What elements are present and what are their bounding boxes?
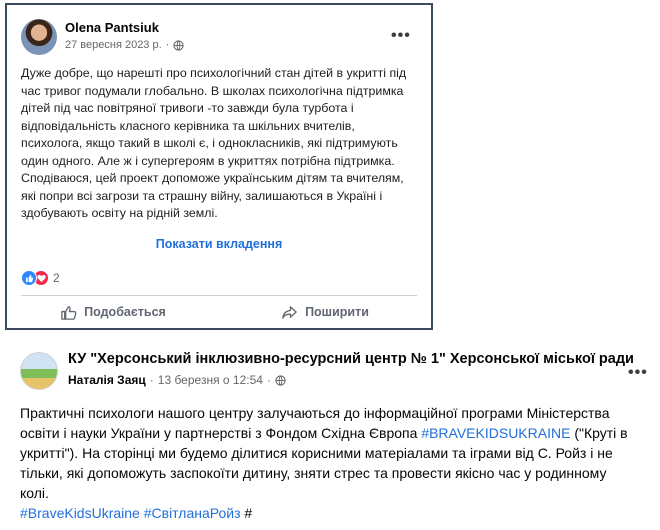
more-options-icon[interactable]: ••• xyxy=(628,365,648,381)
body-line: які попри всі загрози та страшну війну, … xyxy=(21,188,383,203)
hashtag-link[interactable]: #BRAVEKIDSUKRAINE xyxy=(421,425,570,441)
globe-icon xyxy=(275,374,286,386)
post-meta: Наталія Заяц · 13 березня о 12:54 · xyxy=(68,373,286,387)
post-body: Практичні психологи нашого центру залуча… xyxy=(20,403,650,503)
body-line: Практичні психологи нашого центру залуча… xyxy=(20,405,610,421)
body-line: відповідальність класного керівника та ш… xyxy=(21,118,355,133)
meta-separator: · xyxy=(165,39,170,51)
show-attachments-link[interactable]: Показати вкладення xyxy=(7,237,431,251)
body-line: час тривог подумали глобально. В школах … xyxy=(21,83,404,98)
body-line: один одного. Але ж і супергероям в укрит… xyxy=(21,153,395,168)
post-date[interactable]: 27 вересня 2023 р. xyxy=(65,39,162,51)
post-date[interactable]: 13 березня о 12:54 xyxy=(158,373,263,387)
page-name[interactable]: КУ "Херсонський інклюзивно-ресурсний цен… xyxy=(68,351,634,367)
hashtag-link[interactable]: #BraveKidsUkraine xyxy=(20,505,140,521)
more-options-icon[interactable]: ••• xyxy=(391,28,411,44)
body-text: освіти і науки України у партнерстві з Ф… xyxy=(20,425,422,441)
avatar[interactable] xyxy=(21,19,57,55)
post-card-olena: Olena Pantsiuk 27 вересня 2023 р. · ••• … xyxy=(5,3,433,330)
body-line: Сподіваюся, цей проект допоможе українсь… xyxy=(21,171,404,185)
share-icon xyxy=(282,305,297,319)
post-author[interactable]: Olena Pantsiuk xyxy=(65,20,159,35)
body-text: ("Круті в xyxy=(570,425,628,441)
post-actions: Подобається Поширити xyxy=(7,298,431,326)
body-line: Дуже добре, що нарешті про психологічний… xyxy=(21,66,407,80)
meta-separator: · xyxy=(149,373,154,387)
reactions-summary[interactable]: 2 xyxy=(21,270,60,286)
post-author[interactable]: Наталія Заяц xyxy=(68,373,146,387)
like-button[interactable]: Подобається xyxy=(7,298,219,326)
body-line: тільки, які допоможуть заспокоїти дитину… xyxy=(20,465,607,481)
thumbs-up-icon xyxy=(61,305,77,320)
share-button[interactable]: Поширити xyxy=(219,298,431,326)
hashtag-link[interactable]: #СвітланаРойз xyxy=(144,505,241,521)
body-line: укритті"). На сторінці ми будемо ділитис… xyxy=(20,445,613,461)
body-line: здобувають освіту на рідній землі. xyxy=(21,206,218,220)
post-meta: 27 вересня 2023 р. · xyxy=(65,39,184,51)
page-avatar[interactable] xyxy=(20,352,58,390)
reaction-count: 2 xyxy=(53,271,60,285)
divider xyxy=(21,295,417,296)
share-label: Поширити xyxy=(305,305,369,319)
meta-separator: · xyxy=(266,373,271,387)
globe-icon xyxy=(173,39,184,51)
hashtags: #BraveKidsUkraine #СвітланаРойз # xyxy=(20,505,252,521)
reaction-icons xyxy=(21,270,49,286)
like-reaction-icon xyxy=(21,270,37,286)
like-label: Подобається xyxy=(84,305,166,319)
body-line: освіти і науки України у партнерстві з Ф… xyxy=(20,423,650,443)
body-line: дітей під час повітряної тривоги -то зав… xyxy=(21,101,354,115)
body-line: колі. xyxy=(20,485,49,501)
post-body: Дуже добре, що нарешті про психологічний… xyxy=(21,65,425,223)
hashtag-link[interactable]: # xyxy=(244,505,252,521)
body-line: психолога, якщо такий в школі є, і однок… xyxy=(21,136,398,150)
